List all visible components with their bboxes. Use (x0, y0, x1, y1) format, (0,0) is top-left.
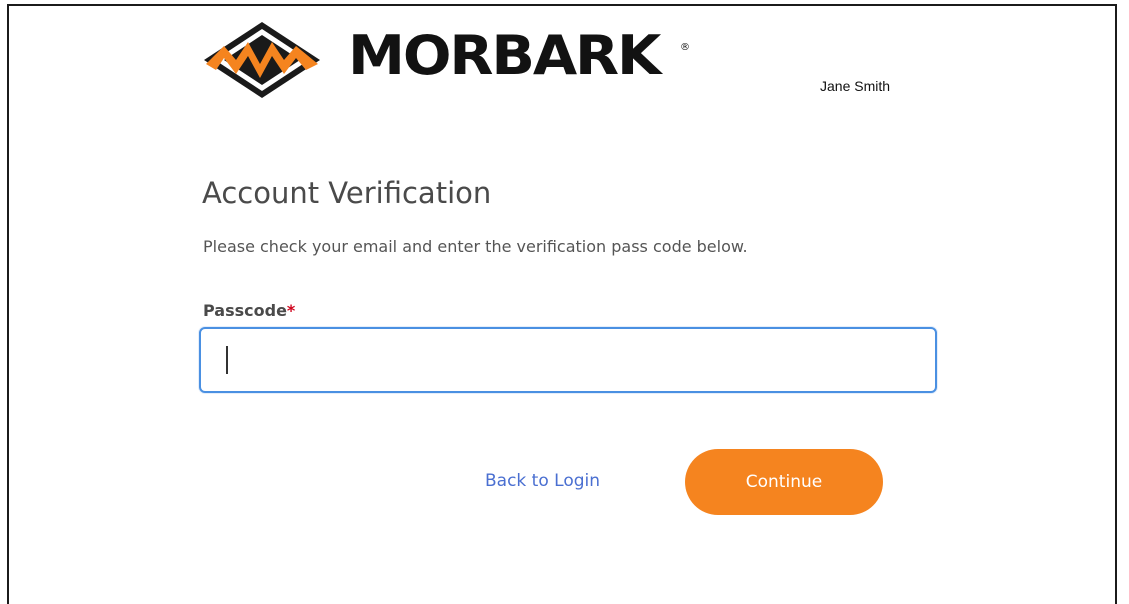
instructions-text: Please check your email and enter the ve… (203, 237, 748, 256)
text-caret (226, 346, 228, 374)
passcode-label: Passcode* (203, 300, 295, 322)
user-name: Jane Smith (820, 78, 891, 94)
registered-mark: ® (680, 42, 690, 53)
back-to-login-link[interactable]: Back to Login (485, 469, 600, 493)
passcode-input[interactable] (199, 327, 937, 393)
page-title: Account Verification (202, 176, 492, 210)
continue-button[interactable]: Continue (685, 449, 883, 515)
page-frame (7, 4, 1117, 604)
morbark-logo-icon (204, 22, 320, 98)
brand-wordmark: MORBARK (348, 24, 661, 87)
required-marker: * (286, 301, 296, 320)
passcode-label-text: Passcode (203, 301, 287, 320)
